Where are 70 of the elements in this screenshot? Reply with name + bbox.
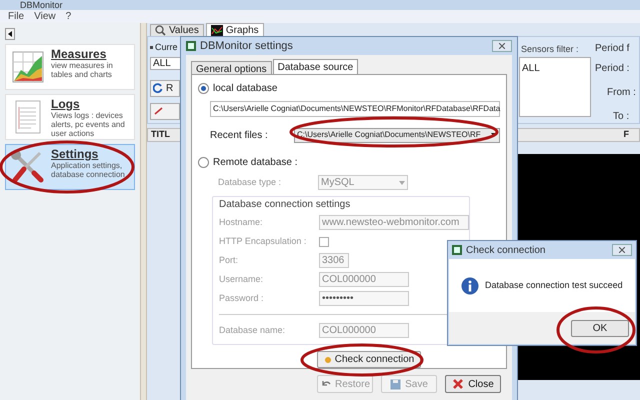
tab[interactable]: Database source — [272, 59, 358, 74]
app-icon — [452, 245, 462, 255]
card-description: Application settings, database connection — [51, 161, 126, 179]
graph-icon — [210, 24, 223, 36]
field-label: From : — [606, 86, 637, 100]
menu-item[interactable]: File — [8, 9, 24, 24]
field-label: To : — [612, 110, 630, 124]
refresh-button[interactable]: R — [150, 80, 180, 96]
field-label: Database name: — [219, 324, 286, 337]
checkbox[interactable] — [319, 236, 329, 246]
recent-files-dropdown[interactable]: C:\Users\Arielle Cogniat\Documents\NEWSTEO\RF — [294, 128, 500, 143]
dialog-title: DBMonitor settings — [200, 38, 294, 54]
ok-button[interactable]: OK — [571, 320, 629, 336]
check-connection-button[interactable]: Check connection — [316, 351, 422, 368]
list-item[interactable]: ALL — [522, 60, 590, 76]
field-label: HTTP Encapsulation : — [219, 234, 308, 248]
navigation-card[interactable]: Measures view measures in tables and charts — [5, 44, 135, 90]
navigation-card[interactable]: Logs Views logs : devices alerts, pc events and user actions — [5, 94, 135, 140]
dropdown-arrow-icon — [399, 180, 405, 184]
option-label: Remote database : — [213, 156, 298, 170]
window-title: DBMonitor — [20, 0, 63, 10]
filter-label: Curre — [155, 41, 178, 54]
field-label: Period : — [595, 62, 630, 76]
password-field[interactable]: ••••••••• — [319, 291, 409, 306]
dialog-button[interactable]: Close — [445, 375, 501, 393]
field-label: Hostname: — [219, 216, 264, 229]
message-text: Database connection test succeed — [485, 278, 623, 292]
filter-label: Sensors filter : — [520, 43, 580, 56]
radio-button[interactable] — [198, 156, 209, 168]
group-title: Database connection settings — [219, 198, 352, 211]
menu-item[interactable]: View — [34, 9, 56, 24]
menu-item[interactable]: ? — [66, 9, 72, 24]
path-field[interactable]: C:\Users\Arielle Cogniat\Documents\NEWSTEO\RFMonitor\RFDatabase\RFData — [210, 101, 500, 117]
group-title: Period f — [595, 42, 630, 56]
cross-icon — [452, 378, 464, 390]
tab[interactable]: Graphs — [206, 23, 264, 36]
navigation-card[interactable]: Settings Application settings, database connection — [5, 144, 135, 190]
collapse-button[interactable] — [5, 28, 15, 40]
card-description: view measures in tables and charts — [51, 61, 114, 79]
close-icon — [619, 247, 625, 253]
chart-icon — [11, 50, 45, 84]
option-label: local database — [213, 82, 278, 96]
close-icon — [499, 43, 505, 49]
close-button[interactable] — [492, 40, 512, 52]
field-label: Recent files : — [210, 128, 269, 143]
card-title: Settings — [51, 148, 100, 161]
tab[interactable]: Values — [150, 24, 204, 36]
left-triangle-icon — [8, 31, 12, 37]
field-label: Database type : — [218, 176, 282, 189]
card-description: Views logs : devices alerts, pc events and user actions — [51, 111, 126, 138]
field-label: Password : — [219, 292, 265, 305]
field-label: Username: — [219, 272, 264, 286]
refresh-icon — [153, 83, 163, 93]
path-value: C:\Users\Arielle Cogniat\Documents\NEWSTEO\RFMonitor\RFDatabase\RFData — [213, 102, 500, 115]
column-header: TITL — [151, 128, 170, 142]
dialog-title: Check connection — [466, 244, 546, 258]
info-icon — [461, 276, 479, 294]
tool-button[interactable] — [150, 102, 180, 120]
search-icon — [155, 25, 166, 36]
card-title: Logs — [51, 98, 81, 111]
close-button[interactable] — [612, 244, 632, 256]
app-icon — [186, 41, 196, 51]
field-label: Port: — [219, 254, 240, 267]
column-header: F — [624, 128, 629, 142]
tab[interactable]: General options — [191, 61, 272, 74]
dropdown-arrow-icon — [491, 133, 497, 138]
radio-button[interactable] — [198, 82, 209, 94]
card-title: Measures — [51, 48, 108, 61]
wrench-screwdriver-icon — [10, 149, 46, 185]
document-icon — [13, 100, 43, 134]
